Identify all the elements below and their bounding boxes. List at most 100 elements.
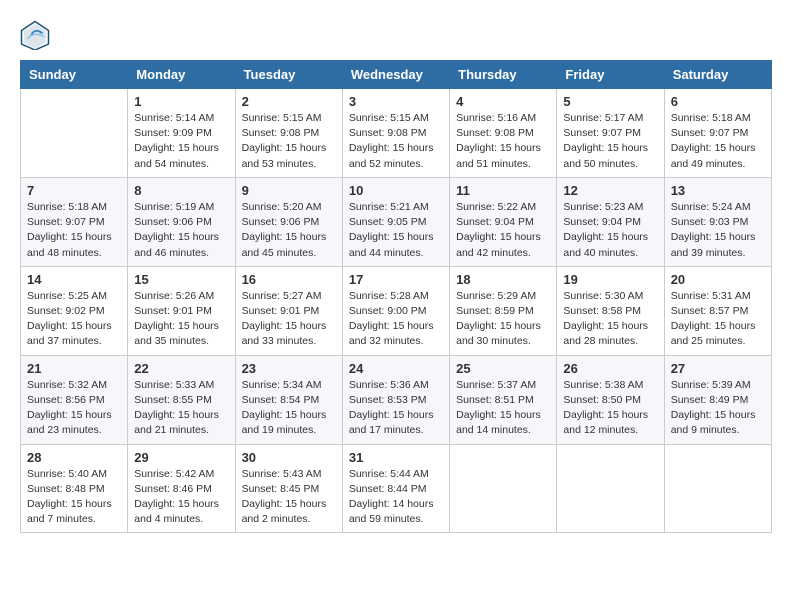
calendar-cell: 24 Sunrise: 5:36 AM Sunset: 8:53 PM Dayli… xyxy=(342,355,449,444)
day-number: 30 xyxy=(242,450,336,465)
day-number: 7 xyxy=(27,183,121,198)
day-info: Sunrise: 5:37 AM Sunset: 8:51 PM Dayligh… xyxy=(456,378,550,439)
day-number: 28 xyxy=(27,450,121,465)
day-number: 29 xyxy=(134,450,228,465)
day-number: 8 xyxy=(134,183,228,198)
day-number: 24 xyxy=(349,361,443,376)
day-info: Sunrise: 5:20 AM Sunset: 9:06 PM Dayligh… xyxy=(242,200,336,261)
calendar-cell: 7 Sunrise: 5:18 AM Sunset: 9:07 PM Daylig… xyxy=(21,177,128,266)
calendar-cell: 27 Sunrise: 5:39 AM Sunset: 8:49 PM Dayli… xyxy=(664,355,771,444)
day-number: 12 xyxy=(563,183,657,198)
day-info: Sunrise: 5:15 AM Sunset: 9:08 PM Dayligh… xyxy=(349,111,443,172)
calendar-cell: 22Sunrise: 5:33 AM Sunset: 8:55 PM Dayli… xyxy=(128,355,235,444)
day-info: Sunrise: 5:21 AM Sunset: 9:05 PM Dayligh… xyxy=(349,200,443,261)
day-number: 26 xyxy=(563,361,657,376)
day-info: Sunrise: 5:14 AM Sunset: 9:09 PM Dayligh… xyxy=(134,111,228,172)
calendar-week-row: 21Sunrise: 5:32 AM Sunset: 8:56 PM Dayli… xyxy=(21,355,772,444)
day-info: Sunrise: 5:44 AM Sunset: 8:44 PM Dayligh… xyxy=(349,467,443,528)
day-info: Sunrise: 5:26 AM Sunset: 9:01 PM Dayligh… xyxy=(134,289,228,350)
day-number: 22 xyxy=(134,361,228,376)
calendar-cell: 29 Sunrise: 5:42 AM Sunset: 8:46 PM Dayli… xyxy=(128,444,235,533)
day-info: Sunrise: 5:34 AM Sunset: 8:54 PM Dayligh… xyxy=(242,378,336,439)
calendar-cell: 6 Sunrise: 5:18 AM Sunset: 9:07 PM Daylig… xyxy=(664,89,771,178)
day-number: 16 xyxy=(242,272,336,287)
calendar-cell: 26 Sunrise: 5:38 AM Sunset: 8:50 PM Dayli… xyxy=(557,355,664,444)
calendar-day-header: Wednesday xyxy=(342,61,449,89)
day-number: 14 xyxy=(27,272,121,287)
day-number: 19 xyxy=(563,272,657,287)
calendar-cell: 18 Sunrise: 5:29 AM Sunset: 8:59 PM Dayli… xyxy=(450,266,557,355)
day-info: Sunrise: 5:18 AM Sunset: 9:07 PM Dayligh… xyxy=(27,200,121,261)
calendar-day-header: Tuesday xyxy=(235,61,342,89)
calendar-cell: 9 Sunrise: 5:20 AM Sunset: 9:06 PM Daylig… xyxy=(235,177,342,266)
calendar-cell: 19Sunrise: 5:30 AM Sunset: 8:58 PM Dayli… xyxy=(557,266,664,355)
day-info: Sunrise: 5:42 AM Sunset: 8:46 PM Dayligh… xyxy=(134,467,228,528)
day-info: Sunrise: 5:22 AM Sunset: 9:04 PM Dayligh… xyxy=(456,200,550,261)
calendar-week-row: 28 Sunrise: 5:40 AM Sunset: 8:48 PM Dayli… xyxy=(21,444,772,533)
calendar-cell: 28 Sunrise: 5:40 AM Sunset: 8:48 PM Dayli… xyxy=(21,444,128,533)
day-info: Sunrise: 5:18 AM Sunset: 9:07 PM Dayligh… xyxy=(671,111,765,172)
day-number: 27 xyxy=(671,361,765,376)
calendar-cell: 12 Sunrise: 5:23 AM Sunset: 9:04 PM Dayli… xyxy=(557,177,664,266)
day-number: 1 xyxy=(134,94,228,109)
day-info: Sunrise: 5:17 AM Sunset: 9:07 PM Dayligh… xyxy=(563,111,657,172)
day-number: 31 xyxy=(349,450,443,465)
calendar-header-row: SundayMondayTuesdayWednesdayThursdayFrid… xyxy=(21,61,772,89)
day-number: 10 xyxy=(349,183,443,198)
day-info: Sunrise: 5:38 AM Sunset: 8:50 PM Dayligh… xyxy=(563,378,657,439)
calendar-day-header: Sunday xyxy=(21,61,128,89)
calendar-cell: 11 Sunrise: 5:22 AM Sunset: 9:04 PM Dayli… xyxy=(450,177,557,266)
logo-icon xyxy=(20,20,50,50)
calendar-cell: 21Sunrise: 5:32 AM Sunset: 8:56 PM Dayli… xyxy=(21,355,128,444)
day-number: 4 xyxy=(456,94,550,109)
calendar-week-row: 7 Sunrise: 5:18 AM Sunset: 9:07 PM Daylig… xyxy=(21,177,772,266)
day-info: Sunrise: 5:39 AM Sunset: 8:49 PM Dayligh… xyxy=(671,378,765,439)
calendar-cell: 4 Sunrise: 5:16 AM Sunset: 9:08 PM Daylig… xyxy=(450,89,557,178)
day-info: Sunrise: 5:23 AM Sunset: 9:04 PM Dayligh… xyxy=(563,200,657,261)
calendar-cell: 10 Sunrise: 5:21 AM Sunset: 9:05 PM Dayli… xyxy=(342,177,449,266)
calendar-cell xyxy=(557,444,664,533)
day-info: Sunrise: 5:28 AM Sunset: 9:00 PM Dayligh… xyxy=(349,289,443,350)
day-info: Sunrise: 5:19 AM Sunset: 9:06 PM Dayligh… xyxy=(134,200,228,261)
calendar-cell: 25 Sunrise: 5:37 AM Sunset: 8:51 PM Dayli… xyxy=(450,355,557,444)
day-number: 5 xyxy=(563,94,657,109)
day-number: 18 xyxy=(456,272,550,287)
calendar-day-header: Monday xyxy=(128,61,235,89)
day-number: 23 xyxy=(242,361,336,376)
calendar-cell: 2Sunrise: 5:15 AM Sunset: 9:08 PM Daylig… xyxy=(235,89,342,178)
day-info: Sunrise: 5:24 AM Sunset: 9:03 PM Dayligh… xyxy=(671,200,765,261)
day-number: 20 xyxy=(671,272,765,287)
calendar-cell: 20 Sunrise: 5:31 AM Sunset: 8:57 PM Dayli… xyxy=(664,266,771,355)
calendar-cell xyxy=(664,444,771,533)
day-number: 2 xyxy=(242,94,336,109)
calendar-table: SundayMondayTuesdayWednesdayThursdayFrid… xyxy=(20,60,772,533)
calendar-cell: 3Sunrise: 5:15 AM Sunset: 9:08 PM Daylig… xyxy=(342,89,449,178)
day-info: Sunrise: 5:27 AM Sunset: 9:01 PM Dayligh… xyxy=(242,289,336,350)
calendar-day-header: Thursday xyxy=(450,61,557,89)
day-info: Sunrise: 5:29 AM Sunset: 8:59 PM Dayligh… xyxy=(456,289,550,350)
calendar-week-row: 1 Sunrise: 5:14 AM Sunset: 9:09 PM Daylig… xyxy=(21,89,772,178)
day-info: Sunrise: 5:40 AM Sunset: 8:48 PM Dayligh… xyxy=(27,467,121,528)
calendar-cell: 8 Sunrise: 5:19 AM Sunset: 9:06 PM Daylig… xyxy=(128,177,235,266)
day-number: 11 xyxy=(456,183,550,198)
calendar-cell: 5 Sunrise: 5:17 AM Sunset: 9:07 PM Daylig… xyxy=(557,89,664,178)
day-number: 25 xyxy=(456,361,550,376)
logo xyxy=(20,20,54,50)
calendar-cell xyxy=(450,444,557,533)
day-number: 17 xyxy=(349,272,443,287)
day-info: Sunrise: 5:25 AM Sunset: 9:02 PM Dayligh… xyxy=(27,289,121,350)
calendar-cell xyxy=(21,89,128,178)
calendar-cell: 31 Sunrise: 5:44 AM Sunset: 8:44 PM Dayli… xyxy=(342,444,449,533)
day-number: 9 xyxy=(242,183,336,198)
calendar-cell: 14 Sunrise: 5:25 AM Sunset: 9:02 PM Dayli… xyxy=(21,266,128,355)
calendar-cell: 13Sunrise: 5:24 AM Sunset: 9:03 PM Dayli… xyxy=(664,177,771,266)
day-info: Sunrise: 5:36 AM Sunset: 8:53 PM Dayligh… xyxy=(349,378,443,439)
day-number: 21 xyxy=(27,361,121,376)
calendar-day-header: Friday xyxy=(557,61,664,89)
header xyxy=(20,20,772,50)
day-info: Sunrise: 5:16 AM Sunset: 9:08 PM Dayligh… xyxy=(456,111,550,172)
calendar-cell: 23 Sunrise: 5:34 AM Sunset: 8:54 PM Dayli… xyxy=(235,355,342,444)
calendar-body: 1 Sunrise: 5:14 AM Sunset: 9:09 PM Daylig… xyxy=(21,89,772,533)
day-number: 6 xyxy=(671,94,765,109)
day-info: Sunrise: 5:31 AM Sunset: 8:57 PM Dayligh… xyxy=(671,289,765,350)
